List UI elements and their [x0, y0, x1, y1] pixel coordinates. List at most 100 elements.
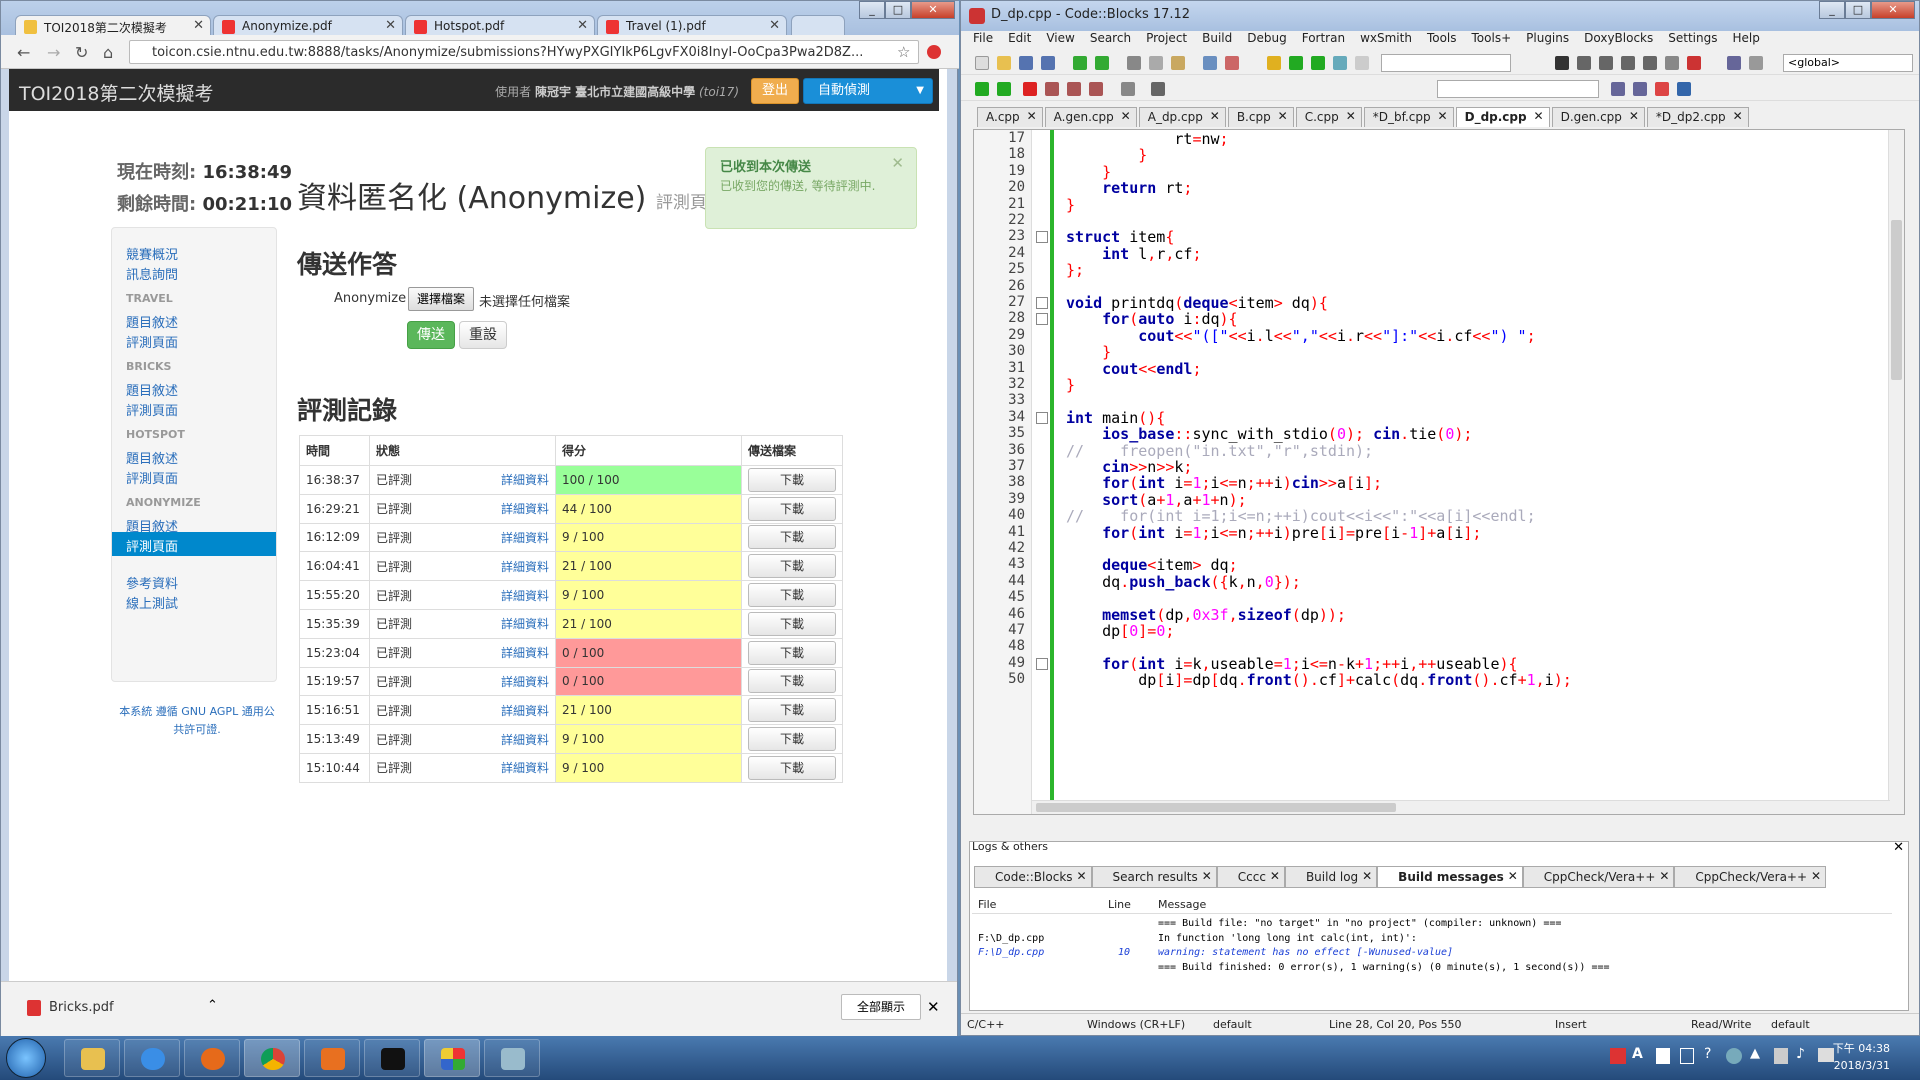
build-icon[interactable] — [1267, 56, 1281, 70]
close-icon[interactable]: ✕ — [1629, 109, 1639, 123]
menu-item[interactable]: DoxyBlocks — [1584, 31, 1653, 45]
download-button[interactable]: 下載 — [748, 467, 836, 492]
paste-icon[interactable] — [1171, 56, 1185, 70]
start-button[interactable] — [6, 1038, 46, 1078]
log-tab[interactable]: Code::Blocks ✕ — [974, 866, 1092, 888]
menu-item[interactable]: Plugins — [1526, 31, 1569, 45]
menu-item[interactable]: File — [973, 31, 993, 45]
minimize-icon[interactable]: _ — [1819, 1, 1845, 19]
browser-tab[interactable]: TOI2018第二次模擬考 ✕ — [15, 15, 211, 37]
scrollbar-thumb[interactable] — [1891, 220, 1902, 380]
jump-forward-icon[interactable] — [997, 82, 1011, 96]
log-tab[interactable]: Build log ✕ — [1284, 866, 1378, 888]
find-icon[interactable] — [1203, 56, 1217, 70]
build-run-icon[interactable] — [1311, 56, 1325, 70]
open-icon[interactable] — [997, 56, 1011, 70]
new-tab-button[interactable] — [791, 15, 845, 37]
build-message-row[interactable]: === Build finished: 0 error(s), 1 warnin… — [972, 962, 1892, 978]
explorer-taskbar-button[interactable] — [64, 1039, 120, 1077]
sidebar-item-anonymize-submissions[interactable]: 評測頁面 — [112, 532, 276, 556]
editor-tab[interactable]: D_dp.cpp ✕ — [1455, 107, 1550, 127]
fold-toggle-icon[interactable] — [1036, 657, 1048, 670]
log-tab[interactable]: Search results ✕ — [1091, 866, 1217, 888]
new-file-icon[interactable] — [975, 56, 989, 70]
close-icon[interactable]: ✕ — [577, 18, 588, 33]
bookmark-star-icon[interactable]: ☆ — [897, 43, 910, 61]
sidebar-item-hotspot-statement[interactable]: 題目敘述 — [126, 448, 178, 467]
close-icon[interactable]: ✕ — [1733, 109, 1743, 123]
taskbar-clock[interactable]: 下午 04:38 2018/3/31 — [1833, 1040, 1890, 1074]
debug-info-icon[interactable] — [1749, 56, 1763, 70]
tray-app-icon[interactable] — [1610, 1048, 1626, 1064]
reset-button[interactable]: 重設 — [459, 321, 507, 349]
menu-item[interactable]: Fortran — [1302, 31, 1345, 45]
scrollbar-thumb[interactable] — [1036, 803, 1396, 812]
back-icon[interactable]: ← — [17, 43, 30, 62]
menu-item[interactable]: Settings — [1668, 31, 1717, 45]
close-icon[interactable]: ✕ — [193, 18, 204, 33]
menu-item[interactable]: View — [1046, 31, 1074, 45]
browser-tab[interactable]: Hotspot.pdf ✕ — [405, 15, 595, 37]
abort-icon[interactable] — [1355, 56, 1369, 70]
debug-windows-icon[interactable] — [1727, 56, 1741, 70]
debug-icon[interactable] — [1555, 56, 1569, 70]
download-button[interactable]: 下載 — [748, 755, 836, 780]
jump-back-icon[interactable] — [975, 82, 989, 96]
sidebar-item-overview[interactable]: 競賽概況 — [126, 244, 178, 263]
details-link[interactable]: 詳細資料 — [501, 731, 549, 748]
maximize-icon[interactable]: □ — [885, 1, 911, 19]
editor-tab[interactable]: A.gen.cpp ✕ — [1044, 107, 1137, 127]
close-icon[interactable]: ✕ — [1659, 869, 1669, 883]
chrome-taskbar-button[interactable] — [244, 1039, 300, 1077]
license-link[interactable]: 本系統 遵循 GNU AGPL 通用公共許可證. — [117, 703, 277, 739]
sidebar-item-online-test[interactable]: 線上測試 — [126, 593, 178, 612]
home-icon[interactable]: ⌂ — [103, 43, 113, 62]
show-hidden-icons-icon[interactable]: ▲ — [1750, 1046, 1760, 1061]
nav-prev-icon[interactable] — [1611, 82, 1625, 96]
save-icon[interactable] — [1019, 56, 1033, 70]
editor-tab[interactable]: B.cpp ✕ — [1227, 107, 1294, 127]
build-message-row[interactable]: F:\D_dp.cpp In function 'long long int ca… — [972, 933, 1892, 949]
fold-toggle-icon[interactable] — [1036, 313, 1048, 326]
close-window-icon[interactable]: ✕ — [1871, 1, 1915, 19]
code-editor[interactable]: 17 18 19 20 21 22 23 24 25 26 27 28 29 30 31 32 33 34 35 36… — [973, 129, 1905, 815]
url-input[interactable]: toicon.csie.ntnu.edu.tw:8888/tasks/Anony… — [129, 40, 919, 64]
save-all-icon[interactable] — [1041, 56, 1055, 70]
debug-stop-icon[interactable] — [1687, 56, 1701, 70]
nav-next-icon[interactable] — [1633, 82, 1647, 96]
bookmark-prev-icon[interactable] — [1045, 82, 1059, 96]
maximize-icon[interactable]: □ — [1845, 1, 1871, 19]
sidebar-item-bricks-submissions[interactable]: 評測頁面 — [126, 400, 178, 419]
menu-item[interactable]: Debug — [1247, 31, 1286, 45]
download-button[interactable]: 下載 — [748, 640, 836, 665]
spellcheck-icon[interactable] — [1677, 82, 1691, 96]
submit-button[interactable]: 傳送 — [407, 321, 455, 349]
action-center-icon[interactable] — [1774, 1048, 1788, 1064]
forward-icon[interactable]: → — [47, 43, 60, 62]
download-button[interactable]: 下載 — [748, 727, 836, 752]
editor-tab[interactable]: *D_dp2.cpp ✕ — [1646, 107, 1749, 127]
download-button[interactable]: 下載 — [748, 496, 836, 521]
rebuild-icon[interactable] — [1333, 56, 1347, 70]
network-icon[interactable] — [1726, 1048, 1742, 1064]
vertical-scrollbar[interactable] — [1888, 130, 1904, 814]
firefox-taskbar-button[interactable] — [184, 1039, 240, 1077]
details-link[interactable]: 詳細資料 — [501, 759, 549, 776]
download-item[interactable]: Bricks.pdf — [49, 1000, 114, 1015]
bookmark-clear-icon[interactable] — [1089, 82, 1103, 96]
sidebar-item-bricks-statement[interactable]: 題目敘述 — [126, 380, 178, 399]
terminal-taskbar-button[interactable] — [364, 1039, 420, 1077]
sidebar-item-travel-statement[interactable]: 題目敘述 — [126, 312, 178, 331]
menu-item[interactable]: Tools+ — [1472, 31, 1512, 45]
menu-item[interactable]: Build — [1202, 31, 1232, 45]
display-icon[interactable] — [1818, 1048, 1834, 1062]
details-link[interactable]: 詳細資料 — [501, 615, 549, 632]
debug-step-into-icon[interactable] — [1621, 56, 1635, 70]
notepad-taskbar-button[interactable] — [484, 1039, 540, 1077]
details-link[interactable]: 詳細資料 — [501, 471, 549, 488]
copy-icon[interactable] — [1149, 56, 1163, 70]
close-icon[interactable]: ✕ — [1346, 109, 1356, 123]
debug-next-icon[interactable] — [1599, 56, 1613, 70]
redo-icon[interactable] — [1095, 56, 1109, 70]
close-icon[interactable]: ✕ — [1811, 869, 1821, 883]
